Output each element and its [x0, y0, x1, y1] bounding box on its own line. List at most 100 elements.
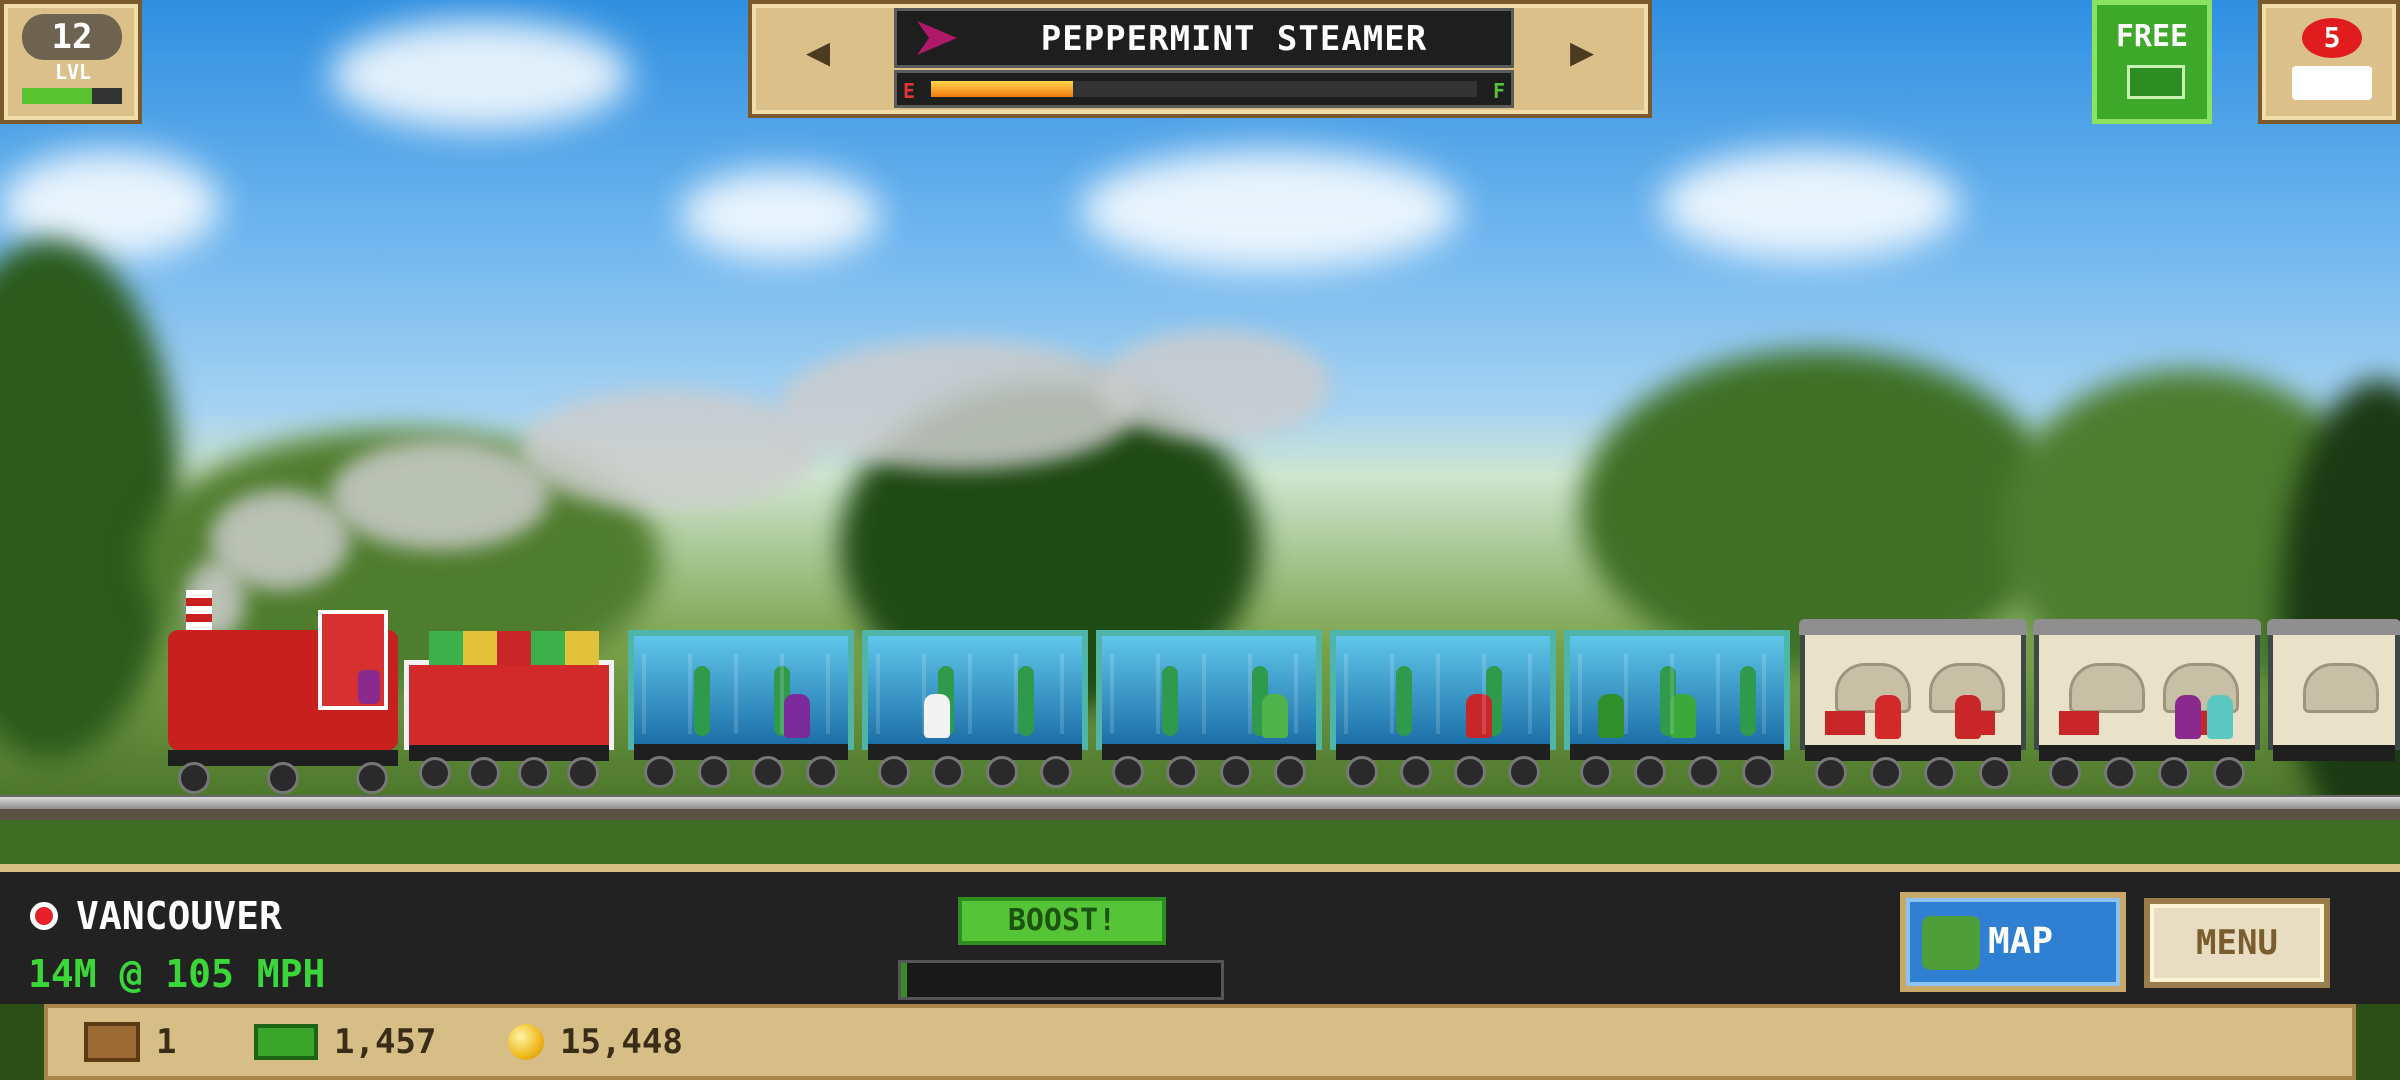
seaweed	[938, 666, 954, 736]
passenger	[1466, 694, 1492, 738]
level-progress-bar	[22, 88, 122, 104]
seaweed	[694, 666, 710, 736]
wheels	[178, 762, 388, 794]
level-number: 12	[22, 14, 122, 60]
smokestack	[186, 590, 212, 634]
seaweed	[1252, 666, 1268, 736]
map-label: MAP	[1988, 921, 2054, 962]
steam-smoke	[210, 490, 350, 590]
dining-car[interactable]	[2033, 619, 2261, 789]
aquarium-car[interactable]	[628, 630, 854, 788]
cloud	[1660, 150, 1960, 260]
train-icon	[2292, 66, 2372, 100]
seaweed	[1396, 666, 1412, 736]
aquarium-car[interactable]	[1096, 630, 1322, 788]
seaweed	[1486, 666, 1502, 736]
triangle-left-icon: ◀	[805, 29, 831, 75]
car-roof	[2267, 619, 2400, 635]
free-label: FREE	[2115, 19, 2189, 54]
gift-tender-car[interactable]	[404, 631, 614, 789]
cloud	[330, 20, 630, 130]
red-dot-icon	[30, 902, 58, 930]
crates-count: 1	[156, 1022, 177, 1062]
aquarium-car[interactable]	[862, 630, 1088, 788]
map-button[interactable]: MAP	[1900, 892, 2126, 992]
coin-icon	[508, 1024, 544, 1060]
boost-progress-fill	[901, 963, 908, 997]
fuel-fill	[931, 81, 1073, 97]
locomotive[interactable]	[168, 590, 398, 794]
car-roof	[2033, 619, 2261, 635]
passenger	[1955, 695, 1981, 739]
seaweed	[1660, 666, 1676, 736]
train-selector: ◀ PEPPERMINT STEAMER E F ▶	[748, 0, 1652, 118]
cash-icon	[254, 1024, 318, 1060]
wheels	[1346, 756, 1540, 788]
steam-smoke	[1100, 330, 1330, 440]
gift-pile	[429, 631, 599, 665]
passenger	[924, 694, 950, 738]
wheels	[419, 757, 599, 789]
aquarium-car[interactable]	[1564, 630, 1790, 788]
triangle-right-icon: ▶	[1569, 29, 1595, 75]
cloud	[680, 170, 880, 260]
coins-amount: 15,448	[560, 1022, 683, 1062]
passenger	[2207, 695, 2233, 739]
coins-counter[interactable]: 15,448	[508, 1008, 683, 1076]
status-panel: VANCOUVER 14M @ 105 MPH BOOST! MAP MENU	[0, 864, 2400, 1004]
seaweed	[774, 666, 790, 736]
next-train-button[interactable]: ▶	[1522, 12, 1642, 92]
fuel-gauge: E F	[894, 70, 1514, 108]
level-label: LVL	[54, 60, 92, 84]
train-type-icon	[917, 21, 957, 55]
currency-bar: 1 1,457 15,448	[44, 1004, 2356, 1080]
fuel-empty-label: E	[903, 79, 916, 103]
steam-smoke	[330, 440, 550, 550]
seat	[2059, 711, 2099, 735]
wheels	[878, 756, 1072, 788]
seat	[1825, 711, 1865, 735]
boost-progress-bar	[898, 960, 1224, 1000]
train-name: PEPPERMINT STEAMER	[1040, 19, 1428, 59]
boost-button[interactable]: BOOST!	[958, 897, 1166, 945]
car-window	[2069, 663, 2145, 713]
car-roof	[1799, 619, 2027, 635]
steam-smoke	[520, 390, 820, 510]
passenger	[1875, 695, 1901, 739]
dining-car[interactable]	[2267, 619, 2400, 761]
cash-counter[interactable]: 1,457	[254, 1008, 436, 1076]
train-name-plate: PEPPERMINT STEAMER	[894, 8, 1514, 68]
engineer	[358, 670, 380, 704]
trains-button[interactable]: 5	[2258, 0, 2400, 124]
passenger	[1670, 694, 1696, 738]
level-badge[interactable]: 12 LVL	[0, 0, 142, 124]
passenger	[1262, 694, 1288, 738]
free-reward-button[interactable]: FREE	[2092, 0, 2212, 124]
car-window	[2303, 663, 2379, 713]
crate-icon	[84, 1022, 140, 1062]
background-tree	[0, 240, 180, 760]
cloud	[1080, 150, 1460, 270]
menu-button[interactable]: MENU	[2144, 898, 2330, 988]
passenger	[2175, 695, 2201, 739]
dining-car[interactable]	[1799, 619, 2027, 789]
wheels	[1580, 756, 1774, 788]
passenger	[784, 694, 810, 738]
steam-smoke	[780, 340, 1140, 470]
speed-readout: 14M @ 105 MPH	[28, 952, 326, 996]
fuel-track	[931, 81, 1477, 97]
passenger	[1598, 694, 1624, 738]
wheels	[644, 756, 838, 788]
fuel-full-label: F	[1492, 79, 1505, 103]
crates-counter[interactable]: 1	[84, 1008, 176, 1076]
wheels	[2049, 757, 2245, 789]
seaweed	[1018, 666, 1034, 736]
prev-train-button[interactable]: ◀	[758, 12, 878, 92]
trains-count-badge: 5	[2302, 18, 2362, 58]
menu-label: MENU	[2196, 923, 2278, 963]
undercarriage	[2273, 745, 2395, 761]
ticket-icon	[2127, 65, 2185, 99]
cash-amount: 1,457	[334, 1022, 437, 1062]
aquarium-car[interactable]	[1330, 630, 1556, 788]
ground	[0, 820, 2400, 866]
